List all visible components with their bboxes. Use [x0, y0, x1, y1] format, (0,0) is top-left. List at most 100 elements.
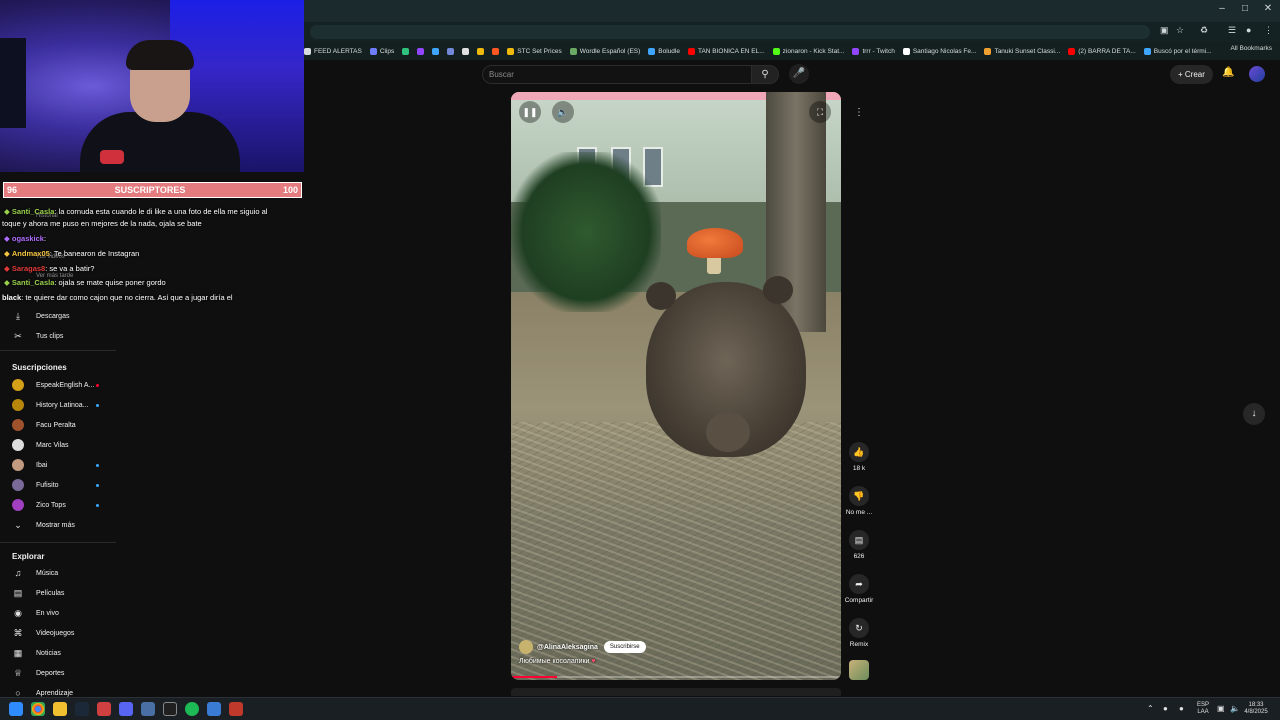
- network-icon[interactable]: ▣: [1217, 704, 1225, 713]
- bookmark-item[interactable]: [492, 47, 500, 55]
- restore-icon[interactable]: □: [1235, 3, 1255, 14]
- bookmark-item[interactable]: [417, 47, 425, 55]
- all-bookmarks[interactable]: All Bookmarks: [1230, 45, 1272, 52]
- remix-action[interactable]: ↻ Remix: [843, 618, 875, 648]
- comments-action[interactable]: ▤ 626: [843, 530, 875, 560]
- explore-label: Videojuegos: [36, 629, 75, 637]
- volume-button[interactable]: 🔈: [552, 101, 574, 123]
- close-icon[interactable]: ✕: [1258, 3, 1278, 14]
- bookmark-item[interactable]: [447, 47, 455, 55]
- new-content-dot-icon: [96, 403, 99, 407]
- bookmark-item[interactable]: Clips: [369, 47, 394, 55]
- voice-search-button[interactable]: 🎤: [789, 64, 809, 84]
- short-caption[interactable]: Любимые косолапики ♥: [519, 658, 596, 665]
- explore-item[interactable]: ⌘ Videojuegos: [0, 623, 116, 643]
- subscription-item[interactable]: Fufisito: [0, 475, 116, 495]
- bookmark-item[interactable]: STC Set Prices: [507, 47, 562, 55]
- more-options-button[interactable]: ⋮: [850, 104, 868, 122]
- explore-label: Deportes: [36, 669, 65, 677]
- like-action[interactable]: 👍 18 k: [843, 442, 875, 472]
- chat-badge-icon: ◆: [4, 249, 12, 258]
- bookmark-item[interactable]: Buscó por el térmi...: [1143, 47, 1212, 55]
- file-explorer-icon[interactable]: [53, 702, 67, 716]
- tray-mic-icon[interactable]: ●: [1179, 704, 1184, 713]
- volume-tray-icon[interactable]: 🔈: [1230, 704, 1240, 713]
- bookmark-item[interactable]: [402, 47, 410, 55]
- fullscreen-button[interactable]: ⛶: [809, 101, 831, 123]
- bookmark-item[interactable]: Tanuki Sunset Classi...: [984, 47, 1060, 55]
- thumbs-up-icon[interactable]: 👍: [849, 442, 869, 462]
- bookmark-favicon-icon: [1068, 47, 1076, 55]
- obs-icon[interactable]: [163, 702, 177, 716]
- search-button[interactable]: ⚲: [751, 65, 779, 84]
- comment-icon[interactable]: ▤: [849, 530, 869, 550]
- language-indicator[interactable]: ESP LAA: [1195, 702, 1211, 716]
- channel-name[interactable]: @AlinaAleksagina: [537, 644, 598, 651]
- explore-item[interactable]: ▤ Películas: [0, 583, 116, 603]
- minimize-icon[interactable]: –: [1212, 3, 1232, 14]
- remix-icon[interactable]: ↻: [849, 618, 869, 638]
- explore-item[interactable]: ◉ En vivo: [0, 603, 116, 623]
- star-icon[interactable]: ☆: [1176, 25, 1184, 36]
- pause-button[interactable]: ❚❚: [519, 101, 541, 123]
- tray-app-icon[interactable]: ●: [1163, 704, 1168, 713]
- share-icon[interactable]: ➦: [849, 574, 869, 594]
- thumbs-down-icon[interactable]: 👎: [849, 486, 869, 506]
- start-menu-icon[interactable]: [9, 702, 23, 716]
- bookmark-favicon-icon: [369, 47, 377, 55]
- spotify-icon[interactable]: [185, 702, 199, 716]
- search-input[interactable]: Buscar: [482, 65, 752, 84]
- subscription-item[interactable]: Facu Peralta: [0, 415, 116, 435]
- menu-icon[interactable]: ⋮: [1264, 25, 1273, 36]
- explore-item[interactable]: ♫ Música: [0, 563, 116, 583]
- discord-icon[interactable]: [119, 702, 133, 716]
- monitor-app-icon[interactable]: [141, 702, 155, 716]
- short-channel-row: @AlinaAleksagina Suscribirse: [519, 640, 646, 654]
- bookmark-item[interactable]: trrr - Twitch: [852, 47, 895, 55]
- bookmark-item[interactable]: [462, 47, 470, 55]
- cast-icon[interactable]: ▣: [1160, 25, 1169, 36]
- video-progress-bar[interactable]: [511, 676, 841, 678]
- explore-item[interactable]: ▦ Noticias: [0, 643, 116, 663]
- chat-username: Saragas8: [11, 264, 46, 273]
- explore-item[interactable]: ♕ Deportes: [0, 663, 116, 683]
- steam-icon[interactable]: [75, 702, 89, 716]
- subscription-item[interactable]: Ibai: [0, 455, 116, 475]
- channel-avatar[interactable]: [519, 640, 533, 654]
- sidebar-item-tus-clips[interactable]: ✂ Tus clips: [0, 326, 116, 346]
- subscription-item[interactable]: Zico Tops: [0, 495, 116, 515]
- clock[interactable]: 18:33 4/8/2025: [1242, 702, 1270, 716]
- bookmark-item[interactable]: FEED ALERTAS: [304, 47, 362, 55]
- subscribe-button[interactable]: Suscribirse: [603, 641, 646, 653]
- extensions-icon[interactable]: ♻: [1200, 25, 1208, 36]
- sound-thumbnail[interactable]: [849, 660, 869, 680]
- subscription-item[interactable]: EspeakEnglish A...: [0, 375, 116, 395]
- sidepanel-icon[interactable]: ☰: [1228, 25, 1236, 36]
- bookmark-item[interactable]: Santiago Nicolas Fe...: [902, 47, 976, 55]
- chrome-icon[interactable]: [31, 702, 45, 716]
- tray-chevron-icon[interactable]: ⌃: [1147, 704, 1154, 713]
- bookmark-item[interactable]: zionaron - Kick Stat...: [772, 47, 844, 55]
- show-more-button[interactable]: ⌄ Mostrar más: [0, 515, 116, 535]
- dislike-action[interactable]: 👎 No me ...: [843, 486, 875, 516]
- bookmark-item[interactable]: (2) BARRA DE TA...: [1068, 47, 1136, 55]
- profile-icon[interactable]: ●: [1246, 25, 1251, 35]
- subscription-item[interactable]: Marc Vilas: [0, 435, 116, 455]
- bookmark-item[interactable]: Wordle Español (ES): [569, 47, 640, 55]
- scissors-icon: ✂: [14, 330, 22, 341]
- next-short-button[interactable]: ↓: [1243, 403, 1265, 425]
- notifications-bell-icon[interactable]: 🔔: [1222, 67, 1234, 78]
- bookmark-item[interactable]: [432, 47, 440, 55]
- url-field[interactable]: [310, 25, 1150, 39]
- account-avatar[interactable]: [1249, 66, 1265, 82]
- subscription-item[interactable]: History Latinoa...: [0, 395, 116, 415]
- bookmark-item[interactable]: TAN BIONICA EN EL...: [687, 47, 765, 55]
- share-action[interactable]: ➦ Compartir: [843, 574, 875, 604]
- app-icon[interactable]: [229, 702, 243, 716]
- create-button[interactable]: + Crear: [1170, 65, 1213, 84]
- bookmark-item[interactable]: [477, 47, 485, 55]
- bookmark-item[interactable]: Boludle: [648, 47, 680, 55]
- app-icon[interactable]: [207, 702, 221, 716]
- opera-gx-icon[interactable]: [97, 702, 111, 716]
- short-video-player[interactable]: ❚❚ 🔈 ⛶ @AlinaAleksagina Suscribirse Люби…: [511, 92, 841, 680]
